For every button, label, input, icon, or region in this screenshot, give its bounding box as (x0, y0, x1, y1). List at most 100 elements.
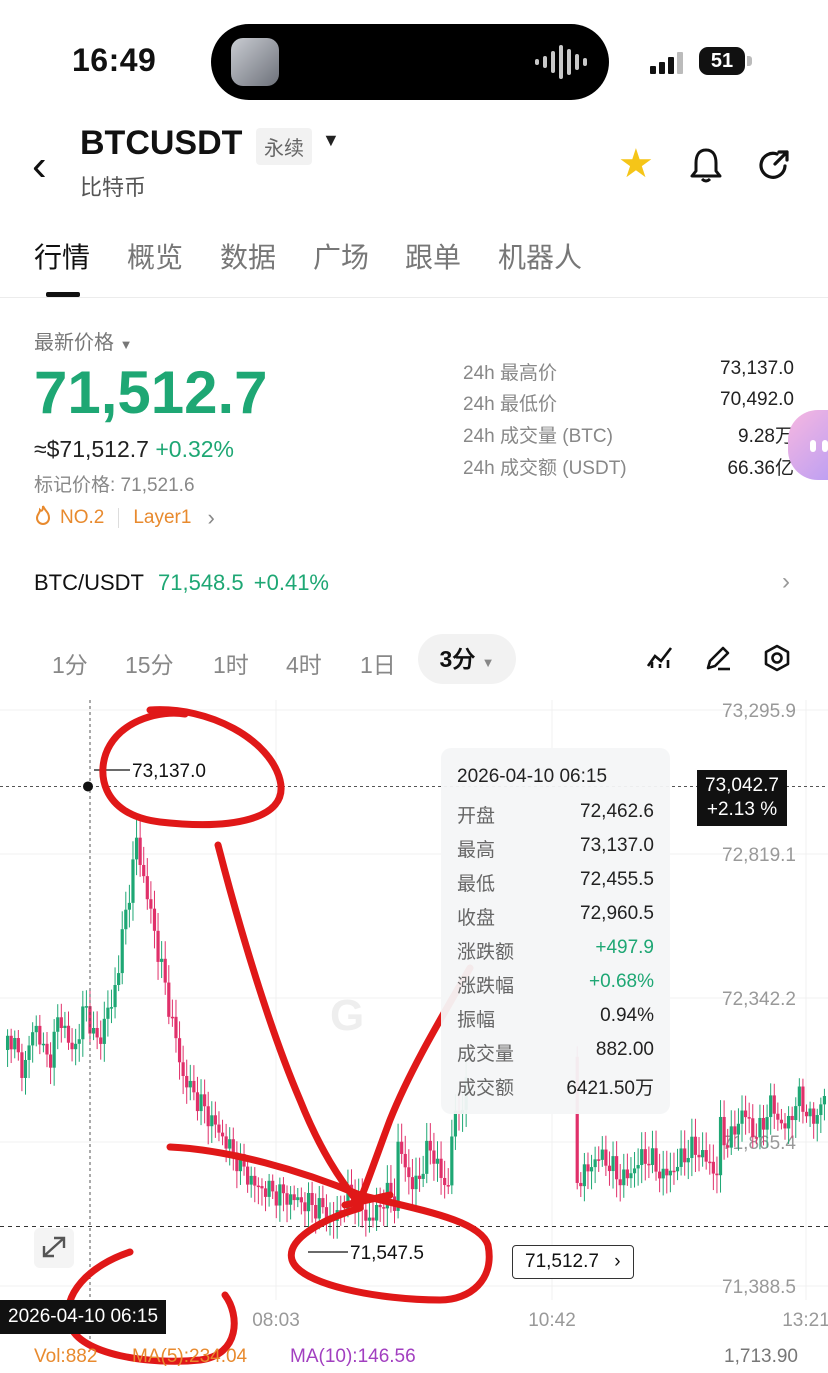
candle (99, 1037, 103, 1044)
candle (453, 1110, 458, 1137)
candle (435, 1158, 440, 1164)
candle (289, 1194, 293, 1205)
contract-type-badge: 永续 (256, 128, 312, 165)
candle (625, 1169, 629, 1179)
draw-pen-icon[interactable] (704, 644, 732, 679)
last-price-tag[interactable]: 71,512.7 › (512, 1245, 634, 1279)
candle (267, 1180, 271, 1197)
tab-bots[interactable]: 机器人 (498, 236, 582, 276)
chat-bubble-icon[interactable] (788, 410, 828, 480)
candle (704, 1150, 708, 1162)
tooltip-label: 涨跌额 (457, 942, 515, 963)
candle (84, 1006, 88, 1008)
candle (231, 1139, 235, 1153)
candle (142, 864, 146, 877)
candle (41, 1043, 46, 1046)
candle (403, 1153, 407, 1168)
caret-down-icon[interactable]: ▼ (322, 130, 340, 151)
star-icon[interactable]: ★ (618, 144, 654, 184)
latest-price-selector[interactable]: 最新价格 ▼ (34, 326, 132, 355)
chevron-left-icon[interactable]: ‹ (32, 144, 47, 188)
tooltip-value: 6421.50万 (566, 1078, 654, 1099)
stat-label-turnover: 24h 成交额 (USDT) (463, 458, 627, 479)
candle (124, 909, 128, 930)
candle (20, 1052, 24, 1078)
tab-copy-trading[interactable]: 跟单 (405, 236, 461, 276)
tab-market[interactable]: 行情 (34, 236, 90, 276)
candle (801, 1086, 805, 1112)
crosshair-price-label: 73,042.7 +2.13 % (697, 770, 787, 826)
symbol-title[interactable]: BTCUSDT (80, 124, 242, 163)
change-percent: +0.32% (155, 436, 234, 462)
candle (131, 859, 135, 903)
candle (70, 1042, 74, 1050)
interval-selected[interactable]: 3分 ▼ (418, 634, 516, 684)
candle (109, 1007, 114, 1009)
candle (607, 1165, 612, 1172)
candle (306, 1192, 311, 1212)
tooltip-label: 最低 (457, 874, 496, 895)
settings-icon[interactable] (763, 644, 791, 679)
stat-value-low: 70,492.0 (720, 389, 794, 410)
candle (636, 1165, 640, 1169)
tooltip-label: 成交额 (457, 1078, 515, 1099)
candle (697, 1154, 701, 1158)
tooltip-label: 最高 (457, 840, 496, 861)
candle (38, 1025, 42, 1045)
share-icon[interactable] (755, 146, 793, 189)
candle (754, 1137, 758, 1139)
candle (772, 1095, 776, 1114)
bell-icon[interactable] (688, 146, 724, 189)
candle (113, 985, 117, 1008)
cellular-signal-icon (650, 52, 683, 74)
candle (740, 1110, 744, 1124)
candle (618, 1179, 622, 1186)
volume-axis-max: 1,713.90 (724, 1346, 798, 1367)
candle (779, 1119, 784, 1124)
candle (59, 1017, 63, 1029)
candle (246, 1166, 250, 1185)
interval-1h[interactable]: 1时 (213, 646, 249, 680)
candle (661, 1168, 665, 1179)
interval-1m[interactable]: 1分 (52, 646, 88, 680)
candle (582, 1164, 586, 1187)
tooltip-label: 涨跌幅 (457, 976, 515, 997)
battery-tip (747, 56, 752, 66)
indicator-icon[interactable] (646, 644, 674, 677)
candle (654, 1148, 658, 1172)
candle (199, 1094, 203, 1112)
candle (675, 1166, 680, 1172)
candle (317, 1198, 321, 1219)
candle (63, 1025, 67, 1029)
candle (303, 1202, 307, 1212)
interval-4h[interactable]: 4时 (286, 646, 322, 680)
stat-label-high: 24h 最高价 (463, 363, 557, 384)
interval-15m[interactable]: 15分 (125, 646, 174, 680)
audio-wave-icon (535, 42, 587, 82)
candle (579, 1182, 583, 1187)
candle (718, 1116, 723, 1176)
candle (134, 837, 139, 860)
candle (711, 1161, 715, 1174)
candle (220, 1132, 225, 1137)
chevron-right-icon[interactable]: › (782, 568, 790, 596)
tab-data[interactable]: 数据 (220, 236, 276, 276)
tab-overview[interactable]: 概览 (127, 236, 183, 276)
tooltip-value: 73,137.0 (580, 835, 654, 856)
candle (597, 1159, 601, 1161)
interval-1d[interactable]: 1日 (360, 646, 396, 680)
usd-equivalent: ≈$71,512.7 +0.32% (34, 436, 234, 462)
crosshair-dot (83, 781, 93, 792)
tab-square[interactable]: 广场 (313, 236, 369, 276)
candle (367, 1217, 372, 1221)
candle (715, 1173, 719, 1176)
candle (138, 837, 142, 865)
candle (765, 1117, 769, 1130)
candle (586, 1164, 590, 1172)
spot-pair-row[interactable]: BTC/USDT 71,548.5 +0.41% (34, 570, 329, 596)
spot-pair-name: BTC/USDT (34, 570, 144, 595)
candle (786, 1115, 791, 1129)
candle (790, 1115, 794, 1121)
tag-row[interactable]: NO.2 Layer1 › (34, 504, 215, 532)
chevron-right-icon: › (207, 505, 215, 530)
